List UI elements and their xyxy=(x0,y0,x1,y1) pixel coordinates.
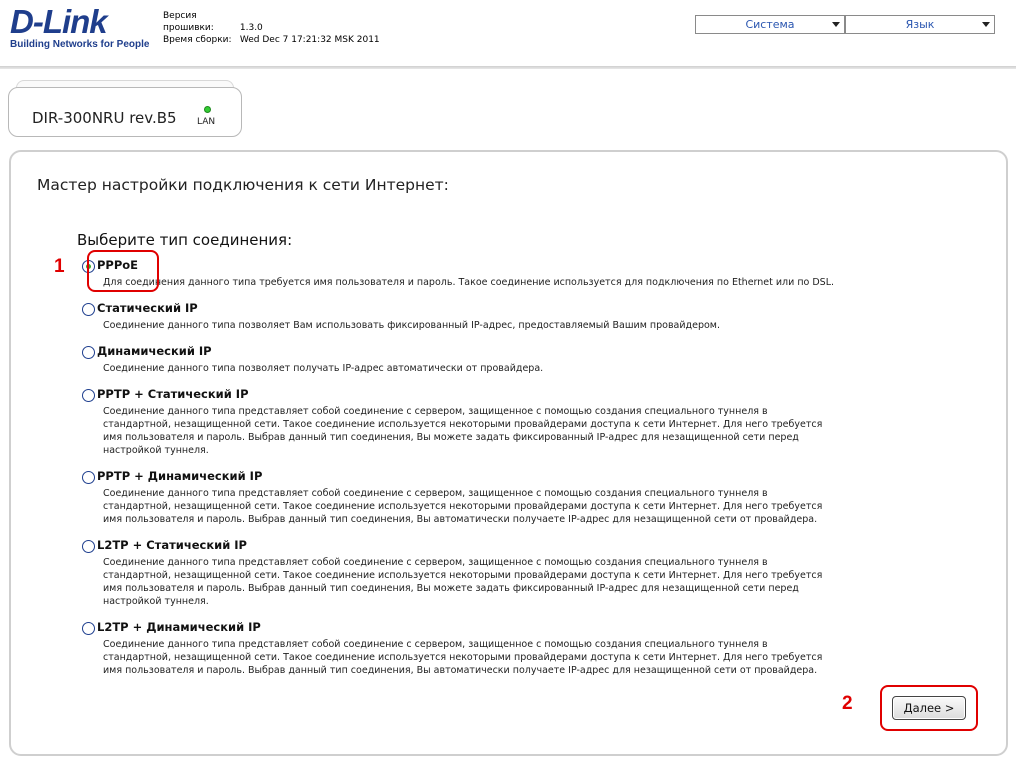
option-label[interactable]: L2TP + Статический IP xyxy=(97,538,247,552)
header-divider xyxy=(0,66,1016,69)
firmware-label: Версия прошивки: xyxy=(163,11,214,33)
option-description: Соединение данного типа позволяет Вам ис… xyxy=(103,320,720,331)
annotation-highlight-pppoe xyxy=(87,250,159,292)
annotation-marker-1: 1 xyxy=(54,256,65,277)
header: D-Link Building Networks for People Верс… xyxy=(0,0,1016,66)
option-description: Соединение данного типа представляет соб… xyxy=(103,557,823,607)
build-value: Wed Dec 7 17:21:32 MSK 2011 xyxy=(239,35,380,45)
system-menu-label: Система xyxy=(745,18,795,31)
device-name: DIR-300NRU rev.B5 xyxy=(32,109,177,127)
option-label[interactable]: Динамический IP xyxy=(97,344,212,358)
next-button[interactable]: Далее > xyxy=(892,696,966,720)
radio-l2tp-static[interactable] xyxy=(82,540,95,553)
radio-pptp-dynamic[interactable] xyxy=(82,471,95,484)
system-menu[interactable]: Система xyxy=(695,15,845,34)
lan-label: LAN xyxy=(197,117,216,127)
build-label: Время сборки: xyxy=(163,35,232,45)
chevron-down-icon xyxy=(832,22,840,27)
option-label[interactable]: PPTP + Статический IP xyxy=(97,387,249,401)
radio-static-ip[interactable] xyxy=(82,303,95,316)
option-label[interactable]: Статический IP xyxy=(97,301,198,315)
d-link-logo[interactable]: D-Link Building Networks for People xyxy=(10,3,150,50)
option-description: Для соединения данного типа требуется им… xyxy=(103,277,835,288)
logo-text: D-Link xyxy=(10,3,108,40)
radio-pptp-static[interactable] xyxy=(82,389,95,402)
annotation-marker-2: 2 xyxy=(842,693,853,714)
option-description: Соединение данного типа представляет соб… xyxy=(103,488,823,525)
option-label[interactable]: L2TP + Динамический IP xyxy=(97,620,261,634)
chevron-down-icon xyxy=(982,22,990,27)
language-menu-label: Язык xyxy=(905,18,935,31)
language-menu[interactable]: Язык xyxy=(845,15,995,34)
device-tab[interactable]: DIR-300NRU rev.B5 LAN xyxy=(8,87,242,137)
lan-status-led-icon xyxy=(204,106,211,113)
firmware-value: 1.3.0 xyxy=(239,23,263,33)
firmware-info: Версия прошивки: 1.3.0 Время сборки: Wed… xyxy=(163,10,380,46)
section-title: Выберите тип соединения: xyxy=(77,231,293,249)
radio-dynamic-ip[interactable] xyxy=(82,346,95,359)
option-description: Соединение данного типа представляет соб… xyxy=(103,406,823,456)
option-description: Соединение данного типа представляет соб… xyxy=(103,639,823,676)
logo-tagline: Building Networks for People xyxy=(10,39,150,50)
option-label[interactable]: PPTP + Динамический IP xyxy=(97,469,262,483)
radio-l2tp-dynamic[interactable] xyxy=(82,622,95,635)
option-description: Соединение данного типа позволяет получа… xyxy=(103,363,544,374)
page-title: Мастер настройки подключения к сети Инте… xyxy=(37,176,449,194)
